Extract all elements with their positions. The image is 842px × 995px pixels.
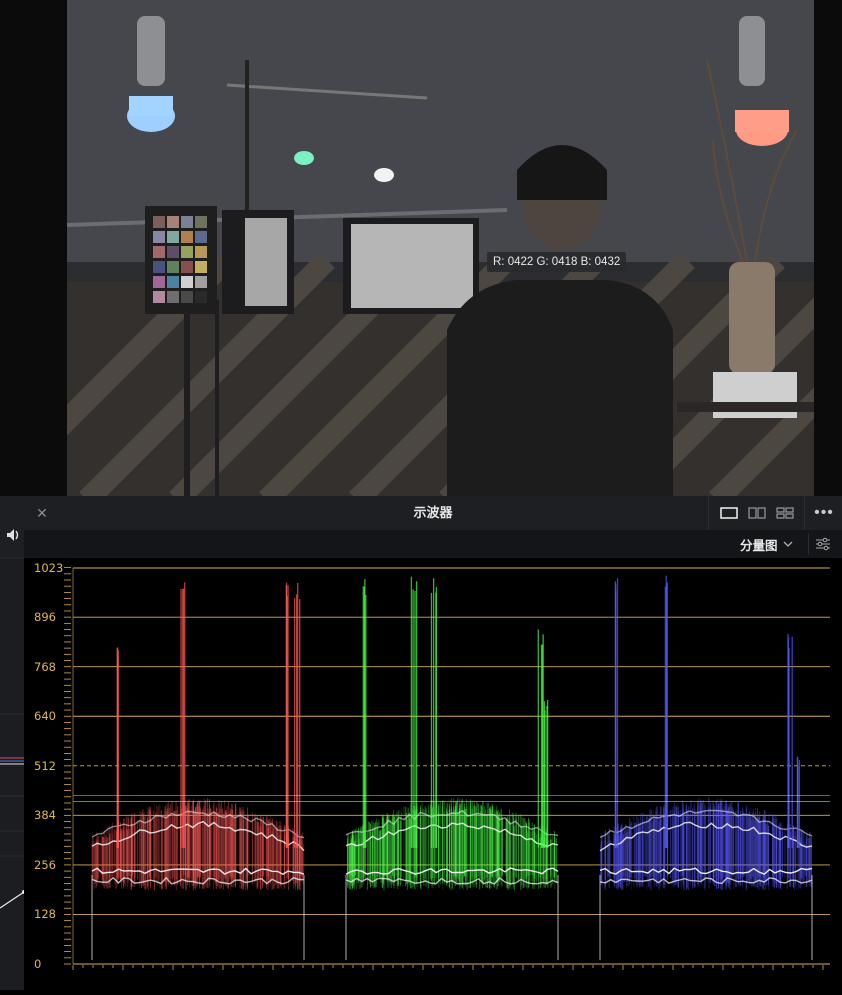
y-tick-label: 512: [34, 758, 56, 773]
graticule: [64, 567, 830, 965]
channel-r-trace: [91, 582, 305, 961]
y-tick-label: 0: [34, 957, 42, 971]
y-tick-label: 1023: [34, 561, 64, 575]
scope-panel: ✕ 示波器 ••• 分量图 1023 896 768 640 512 384 2…: [24, 496, 842, 990]
sliders-icon[interactable]: [808, 533, 837, 555]
scope-header: ✕ 示波器 •••: [24, 496, 842, 531]
y-tick-label: 896: [34, 610, 56, 625]
scope-mode-select[interactable]: 分量图: [740, 534, 793, 554]
waveform-traces: [73, 575, 830, 961]
y-tick-label: 384: [34, 808, 56, 823]
parade-waveform-plot: 1023 896 768 640 512 384 256 128 0: [24, 558, 842, 990]
chevron-down-icon: [783, 537, 793, 551]
y-tick-label: 128: [34, 907, 56, 922]
left-panel-graphics: [0, 496, 26, 909]
video-viewer[interactable]: R: 0422 G: 0418 B: 0432: [0, 0, 842, 496]
left-side-panel: [0, 496, 26, 990]
channel-g-trace: [345, 576, 559, 961]
y-tick-label: 768: [34, 659, 56, 674]
x-axis-ticks: [72, 965, 824, 970]
channel-b-trace: [599, 575, 813, 961]
pixel-readout: R: 0422 G: 0418 B: 0432: [487, 252, 627, 272]
y-tick-label: 256: [34, 857, 56, 872]
y-tick-label: 640: [34, 709, 56, 724]
video-frame[interactable]: R: 0422 G: 0418 B: 0432: [67, 0, 814, 496]
layout-toggle-group: [708, 496, 799, 530]
parade-svg: [64, 567, 830, 970]
scope-mode-label: 分量图: [740, 538, 778, 553]
frame-image: [67, 0, 814, 496]
dual-layout-icon[interactable]: [743, 502, 771, 524]
quad-layout-icon[interactable]: [771, 502, 799, 524]
single-layout-icon[interactable]: [715, 502, 743, 524]
scope-toolbar: 分量图: [24, 530, 842, 558]
more-dots-icon[interactable]: •••: [804, 496, 842, 530]
